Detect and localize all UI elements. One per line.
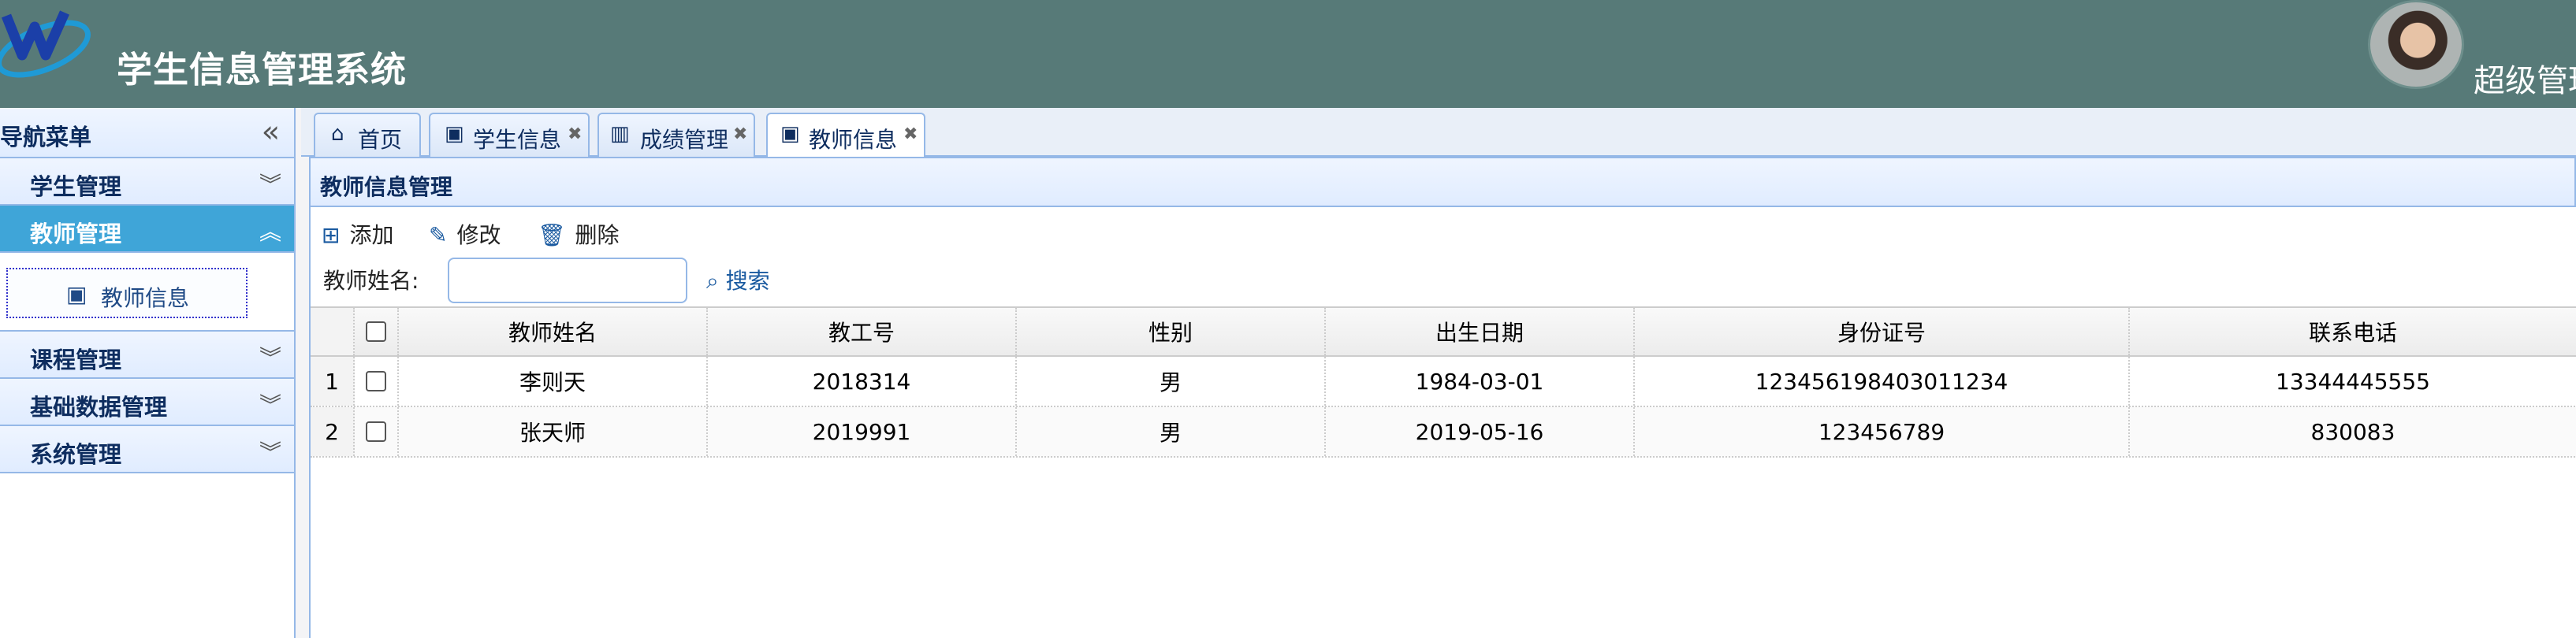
chevron-down-icon: ︾ <box>259 440 281 466</box>
cell-gender: 男 <box>1017 357 1326 406</box>
edit-button[interactable]: ✎ 修改 <box>429 218 501 250</box>
search-label: 教师姓名: <box>323 268 419 294</box>
column-header-staff-id[interactable]: 教工号 <box>708 308 1017 355</box>
search-button[interactable]: ⌕ 搜索 <box>706 264 770 295</box>
close-icon[interactable]: ✖ <box>568 124 582 144</box>
plus-icon: ⊞ <box>322 222 341 248</box>
home-icon: ⌂ <box>331 122 344 146</box>
tab-home[interactable]: ⌂ 首页 <box>314 113 421 157</box>
menu-group-label: 系统管理 <box>30 441 122 468</box>
app-title: 学生信息管理系统 <box>117 49 408 91</box>
cell-name: 李则天 <box>399 357 708 406</box>
panel-body: ⊞ 添加 ✎ 修改 🗑 删除 教师姓名: ⌕ 搜索 教师姓名 教工号 性别 出生日期 … <box>309 207 2576 638</box>
add-button[interactable]: ⊞ 添加 <box>322 218 393 250</box>
column-header-gender[interactable]: 性别 <box>1017 308 1326 355</box>
tabs-bar: ⌂ 首页 ▣ 学生信息 ✖ ▥ 成绩管理 ✖ ▣ 教师信息 ✖ <box>301 108 2576 158</box>
row-checkbox[interactable] <box>366 371 386 391</box>
table-header: 教师姓名 教工号 性别 出生日期 身份证号 联系电话 <box>311 306 2576 357</box>
add-label: 添加 <box>349 222 394 248</box>
menu-group-course[interactable]: 课程管理 ︾ <box>0 332 294 379</box>
menu-group-label: 课程管理 <box>30 347 122 373</box>
cell-phone: 13344445555 <box>2130 357 2576 406</box>
panel-header: 教师信息管理 <box>309 157 2576 207</box>
menu-group-system[interactable]: 系统管理 ︾ <box>0 426 294 473</box>
user-card-icon: ▣ <box>445 122 464 146</box>
menu-group-label: 学生管理 <box>30 173 122 200</box>
cell-birthdate: 2019-05-16 <box>1326 407 1635 456</box>
row-number: 2 <box>311 407 355 456</box>
tab-teacher-info[interactable]: ▣ 教师信息 ✖ <box>766 113 925 158</box>
sidebar: 导航菜单 « 学生管理 ︾ 教师管理 ︽ ▣ 教师信息 课程管理 ︾ 基础数据管… <box>0 108 296 638</box>
cell-name: 张天师 <box>399 407 708 456</box>
tab-label: 学生信息 <box>473 127 562 153</box>
cell-gender: 男 <box>1017 407 1326 456</box>
row-checkbox[interactable] <box>366 421 386 442</box>
cell-id-card: 123456198403011234 <box>1635 357 2130 406</box>
collapse-icon[interactable]: « <box>262 114 280 149</box>
cell-staff-id: 2019991 <box>708 407 1017 456</box>
tab-student-info[interactable]: ▣ 学生信息 ✖ <box>429 113 590 157</box>
sidebar-title: 导航菜单 <box>0 124 92 150</box>
header-checkbox-cell <box>355 308 399 355</box>
panel-title: 教师信息管理 <box>320 174 453 200</box>
header-rownum <box>311 308 355 355</box>
column-header-phone[interactable]: 联系电话 <box>2130 308 2576 355</box>
sidebar-item-teacher-info[interactable]: ▣ 教师信息 <box>6 268 248 318</box>
column-header-birthdate[interactable]: 出生日期 <box>1326 308 1635 355</box>
cell-birthdate: 1984-03-01 <box>1326 357 1635 406</box>
tab-label: 成绩管理 <box>640 127 729 153</box>
user-card-icon: ▣ <box>66 281 87 307</box>
tab-score-management[interactable]: ▥ 成绩管理 ✖ <box>597 113 755 157</box>
avatar[interactable] <box>2368 0 2464 89</box>
tab-label: 首页 <box>358 127 403 153</box>
close-icon[interactable]: ✖ <box>903 124 918 144</box>
menu-group-student[interactable]: 学生管理 ︾ <box>0 158 294 206</box>
column-header-id-card[interactable]: 身份证号 <box>1635 308 2130 355</box>
bar-chart-icon: ▥ <box>610 122 630 146</box>
menu-group-label: 基础数据管理 <box>30 394 168 421</box>
row-checkbox-cell <box>355 357 399 406</box>
cell-phone: 830083 <box>2130 407 2576 456</box>
tab-label: 教师信息 <box>809 127 898 153</box>
table-row[interactable]: 1 李则天 2018314 男 1984-03-01 1234561984030… <box>311 357 2576 407</box>
delete-label: 删除 <box>575 222 620 248</box>
teacher-submenu: ▣ 教师信息 <box>0 253 294 332</box>
cell-id-card: 123456789 <box>1635 407 2130 456</box>
teacher-name-search-input[interactable] <box>448 258 687 303</box>
chevron-up-icon: ︽ <box>259 219 281 245</box>
table-row[interactable]: 2 张天师 2019991 男 2019-05-16 123456789 830… <box>311 407 2576 458</box>
edit-label: 修改 <box>456 222 501 248</box>
menu-group-basic-data[interactable]: 基础数据管理 ︾ <box>0 379 294 426</box>
logo-icon <box>0 10 91 78</box>
chevron-down-icon: ︾ <box>259 345 281 371</box>
edit-icon: ✎ <box>429 222 448 248</box>
row-number: 1 <box>311 357 355 406</box>
menu-group-label: 教师管理 <box>30 221 122 247</box>
close-icon[interactable]: ✖ <box>733 124 747 144</box>
menu-group-teacher[interactable]: 教师管理 ︽ <box>0 206 294 253</box>
sidebar-item-label: 教师信息 <box>101 285 190 311</box>
user-name[interactable]: 超级管理 <box>2474 55 2576 101</box>
chevron-down-icon: ︾ <box>259 392 281 418</box>
row-checkbox-cell <box>355 407 399 456</box>
trash-icon: 🗑 <box>538 222 566 248</box>
delete-button[interactable]: 🗑 删除 <box>538 218 620 250</box>
sidebar-header: 导航菜单 « <box>0 108 294 158</box>
search-icon: ⌕ <box>706 268 719 294</box>
user-card-icon: ▣ <box>780 122 800 146</box>
cell-staff-id: 2018314 <box>708 357 1017 406</box>
chevron-down-icon: ︾ <box>259 172 281 198</box>
search-button-label: 搜索 <box>725 268 770 294</box>
select-all-checkbox[interactable] <box>366 321 386 342</box>
column-header-name[interactable]: 教师姓名 <box>399 308 708 355</box>
app-header: 学生信息管理系统 超级管理 <box>0 0 2576 108</box>
